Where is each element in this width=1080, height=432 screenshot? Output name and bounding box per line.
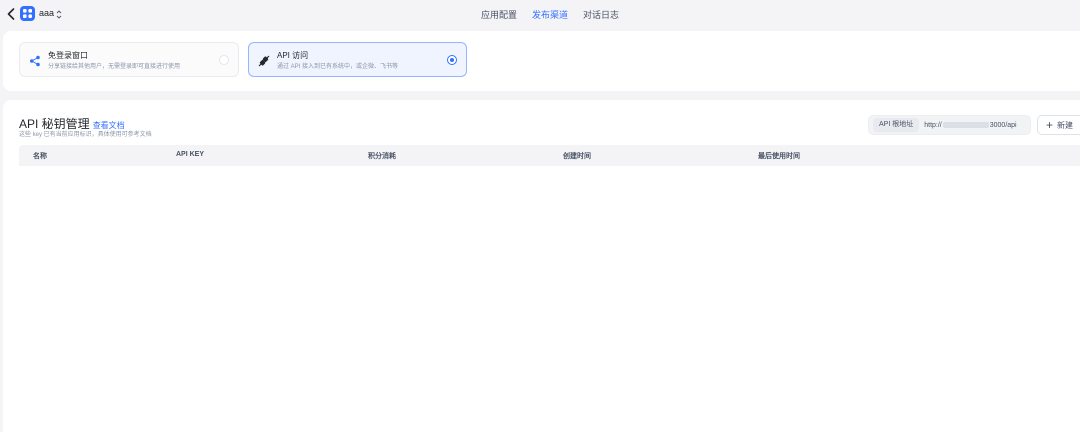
column-name: 名称 [33, 153, 47, 160]
new-key-label: 新建 [1057, 120, 1074, 130]
plus-icon: + [1046, 118, 1054, 132]
api-root-suffix: 3000/api [989, 121, 1017, 129]
new-key-button[interactable]: + 新建 [1037, 115, 1080, 135]
channel-title: 免登录窗口 [48, 51, 88, 60]
tab-chat-logs[interactable]: 对话日志 [583, 8, 619, 21]
column-last-used: 最后使用时间 [758, 153, 800, 160]
channel-title: API 访问 [277, 51, 309, 60]
channel-description: 通过 API 接入到已有系统中，或企微、飞书等 [277, 64, 399, 70]
channel-panel: 免登录窗口 分享链接给其他用户，无需登录即可直接进行使用 API 访问 通过 A… [3, 31, 1080, 91]
column-points: 积分消耗 [368, 153, 396, 160]
api-root-label: API 根地址 [873, 118, 920, 132]
api-root-value: http:// 3000/api [924, 122, 1016, 129]
channel-card-share-link[interactable]: 免登录窗口 分享链接给其他用户，无需登录即可直接进行使用 [19, 42, 239, 77]
page-subtitle: 这些 key 已有当前应用标识，具体使用可参考文档 [19, 132, 152, 138]
top-bar: aaa 应用配置 发布渠道 对话日志 [0, 0, 1080, 30]
tab-publish-channel[interactable]: 发布渠道 [532, 8, 568, 21]
chevron-up-down-icon[interactable] [56, 7, 62, 19]
api-key-panel: API 秘钥管理 查看文档 这些 key 已有当前应用标识，具体使用可参考文档 … [3, 100, 1080, 432]
tab-app-config[interactable]: 应用配置 [481, 8, 517, 21]
chevron-left-icon[interactable] [5, 7, 17, 21]
channel-radio-selected[interactable] [447, 55, 457, 65]
app-name[interactable]: aaa [39, 8, 54, 18]
channel-radio[interactable] [219, 55, 229, 65]
table-header: 名称 API KEY 积分消耗 创建时间 最后使用时间 [19, 145, 1080, 166]
channel-card-api[interactable]: API 访问 通过 API 接入到已有系统中，或企微、飞书等 [248, 42, 467, 77]
column-created-at: 创建时间 [563, 153, 591, 160]
api-root-prefix: http:// [924, 121, 942, 129]
channel-description: 分享链接给其他用户，无需登录即可直接进行使用 [48, 64, 181, 70]
app-logo-icon [23, 9, 33, 19]
column-api-key: API KEY [176, 151, 205, 158]
share-icon [30, 55, 40, 67]
api-root-address[interactable]: API 根地址 http:// 3000/api [868, 115, 1031, 135]
nav-tabs: 应用配置 发布渠道 对话日志 [481, 8, 619, 21]
redacted-host [942, 121, 989, 128]
app-avatar[interactable] [20, 6, 35, 21]
api-plug-icon [258, 55, 270, 67]
